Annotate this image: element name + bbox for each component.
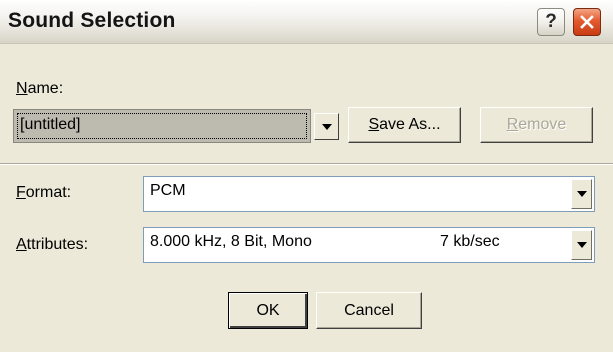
close-icon xyxy=(580,15,594,29)
save-as-button[interactable]: Save As... xyxy=(348,107,461,143)
remove-button[interactable]: Remove xyxy=(480,107,593,143)
cancel-label: Cancel xyxy=(344,301,394,319)
format-dropdown-button[interactable] xyxy=(571,179,592,209)
name-dropdown-button[interactable] xyxy=(314,113,339,140)
close-button[interactable] xyxy=(573,8,601,36)
format-combo[interactable]: PCM xyxy=(143,176,595,212)
attributes-rate: 7 kb/sec xyxy=(440,233,500,250)
format-value: PCM xyxy=(150,182,186,199)
remove-label: Remove xyxy=(506,116,567,133)
ok-button[interactable]: OK xyxy=(228,292,308,329)
format-label: Format: xyxy=(16,184,72,201)
window-title: Sound Selection xyxy=(8,9,176,32)
chevron-down-icon xyxy=(576,191,587,197)
name-combo[interactable]: [untitled] xyxy=(13,109,339,143)
name-field[interactable]: [untitled] xyxy=(13,109,311,143)
separator xyxy=(0,163,613,165)
cancel-button[interactable]: Cancel xyxy=(316,292,422,329)
attributes-value: 8.000 kHz, 8 Bit, Mono xyxy=(150,233,312,250)
ok-label: OK xyxy=(256,301,280,319)
sound-selection-dialog: Sound Selection ? Name: [untitled] Save … xyxy=(0,0,613,352)
attributes-dropdown-button[interactable] xyxy=(571,230,592,260)
chevron-down-icon xyxy=(321,123,332,130)
help-button[interactable]: ? xyxy=(537,8,565,36)
name-label: Name: xyxy=(16,80,64,97)
attributes-combo[interactable]: 8.000 kHz, 8 Bit, Mono 7 kb/sec xyxy=(143,227,595,263)
chevron-down-icon xyxy=(576,242,587,248)
save-as-label: Save As... xyxy=(368,116,441,133)
title-bar[interactable]: Sound Selection ? xyxy=(0,0,613,44)
attributes-label: Attributes: xyxy=(16,236,89,253)
help-icon: ? xyxy=(545,11,557,32)
name-value: [untitled] xyxy=(20,116,81,133)
